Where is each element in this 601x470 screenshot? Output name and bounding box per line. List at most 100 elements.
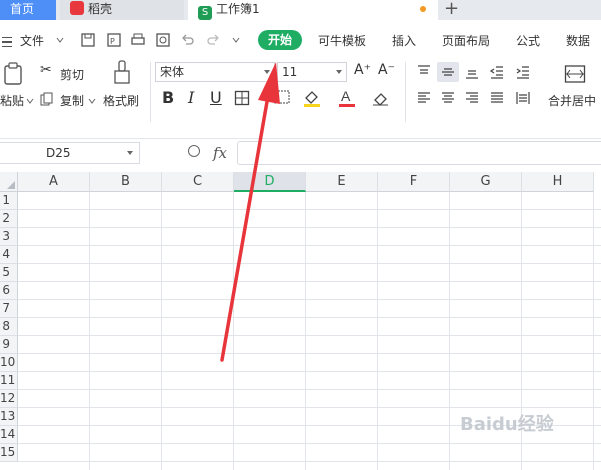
align-bottom-icon[interactable] [464,64,480,80]
watermark-logo: Baidu经验 [460,410,554,436]
distributed-icon[interactable] [515,90,531,106]
fill-color-icon[interactable] [302,88,322,108]
font-size-select[interactable]: 11 [277,62,347,82]
menu-data[interactable]: 数据 [566,32,590,49]
column-header-f[interactable]: F [378,172,450,192]
print-preview-icon[interactable] [155,32,171,48]
menu-page-layout[interactable]: 页面布局 [442,32,490,49]
export-icon[interactable]: P [106,32,122,48]
increase-indent-icon[interactable] [515,64,531,80]
row-header-4[interactable]: 4 [0,246,18,264]
tab-home[interactable]: 首页 [0,0,56,20]
row-header-15[interactable]: 15 [0,444,18,462]
column-header-g[interactable]: G [450,172,522,192]
zoom-icon[interactable] [188,145,200,157]
format-painter-label[interactable]: 格式刷 [103,92,139,109]
column-header-h[interactable]: H [522,172,594,192]
format-painter-icon[interactable] [112,60,132,86]
paste-dropdown-icon[interactable] [26,97,34,105]
row-header-6[interactable]: 6 [0,282,18,300]
row-header-10[interactable]: 10 [0,354,18,372]
row-gridline [18,389,601,390]
menu-insert[interactable]: 插入 [392,32,416,49]
row-gridline [18,227,601,228]
cut-label[interactable]: 剪切 [60,66,84,83]
row-header-5[interactable]: 5 [0,264,18,282]
font-color-icon[interactable]: A [338,88,356,108]
justify-icon[interactable] [489,90,505,106]
select-all-corner[interactable] [0,172,18,192]
row-header-2[interactable]: 2 [0,210,18,228]
copy-dropdown-icon[interactable] [88,97,96,105]
align-left-icon[interactable] [416,90,432,106]
row-header-8[interactable]: 8 [0,318,18,336]
align-center-icon[interactable] [440,90,456,106]
column-header-a[interactable]: A [18,172,90,192]
row-gridline [18,371,601,372]
row-header-11[interactable]: 11 [0,372,18,390]
italic-icon[interactable]: I [188,88,194,107]
row-header-7[interactable]: 7 [0,300,18,318]
undo-icon[interactable] [180,32,196,48]
decrease-indent-icon[interactable] [489,64,505,80]
menu-template[interactable]: 可牛模板 [318,32,366,49]
column-gridline [593,192,594,470]
row-gridline [18,299,601,300]
menu-hamburger-icon[interactable] [2,37,12,47]
tab-daoke[interactable]: 稻壳 [60,0,184,20]
border-icon[interactable] [234,90,250,106]
menu-formula[interactable]: 公式 [516,32,540,49]
quick-access-more-icon[interactable] [232,36,240,44]
paste-icon[interactable] [2,62,24,86]
svg-text:A: A [341,88,351,104]
tab-bar: 首页 稻壳 S 工作簿1 + [0,0,601,20]
copy-label[interactable]: 复制 [60,92,84,109]
save-icon[interactable] [80,32,96,48]
column-header-c[interactable]: C [162,172,234,192]
merge-cells-icon[interactable] [564,64,586,84]
column-gridline [233,192,234,470]
chevron-down-icon[interactable] [56,36,64,44]
font-name-value: 宋体 [160,65,185,79]
row-header-3[interactable]: 3 [0,228,18,246]
align-middle-icon[interactable] [440,64,456,80]
column-header-d[interactable]: D [234,172,306,192]
row-gridline [18,317,601,318]
column-gridline [161,192,162,470]
formula-input[interactable] [237,141,601,165]
align-right-icon[interactable] [464,90,480,106]
print-icon[interactable] [130,32,146,48]
column-header-b[interactable]: B [90,172,162,192]
cell-style-icon[interactable] [274,90,292,106]
copy-icon[interactable] [40,92,54,106]
increase-font-icon[interactable]: A⁺ [354,62,371,78]
redo-icon[interactable] [205,32,221,48]
ribbon-divider [150,62,151,122]
menu-start-tab[interactable]: 开始 [258,30,302,50]
row-header-12[interactable]: 12 [0,390,18,408]
row-gridline [18,353,601,354]
fx-icon[interactable]: fx [213,144,227,162]
merge-center-label[interactable]: 合并居中 [548,92,596,109]
tab-workbook[interactable]: S 工作簿1 [188,0,438,20]
scissors-icon[interactable]: ✂ [40,62,52,78]
menu-file[interactable]: 文件 [20,32,44,49]
row-header-1[interactable]: 1 [0,192,18,210]
row-header-13[interactable]: 13 [0,408,18,426]
row-header-9[interactable]: 9 [0,336,18,354]
paste-label[interactable]: 粘贴 [0,92,24,109]
row-header-14[interactable]: 14 [0,426,18,444]
decrease-font-icon[interactable]: A⁻ [378,62,395,78]
row-gridline [18,461,601,462]
name-box[interactable]: D25 [0,142,140,164]
bold-icon[interactable]: B [162,88,174,107]
row-gridline [18,245,601,246]
column-gridline [305,192,306,470]
tab-workbook-label: 工作簿1 [216,2,260,16]
underline-icon[interactable]: U [210,88,222,107]
new-tab-button[interactable]: + [444,0,459,19]
clear-format-icon[interactable] [372,90,390,106]
column-header-e[interactable]: E [306,172,378,192]
font-name-select[interactable]: 宋体 [155,62,275,82]
align-top-icon[interactable] [416,64,432,80]
